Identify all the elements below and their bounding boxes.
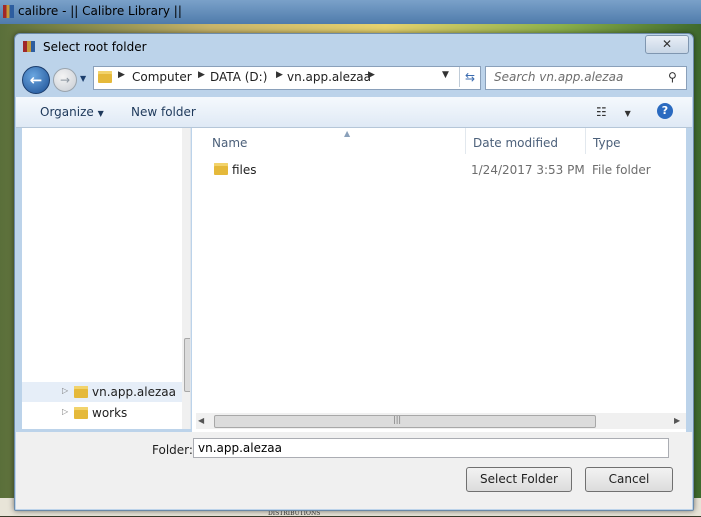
- new-folder-button[interactable]: New folder: [131, 105, 196, 119]
- select-root-folder-dialog: Select root folder ✕ ← → ▼ ▶ Computer ▶ …: [14, 33, 694, 511]
- column-header-type[interactable]: Type: [585, 128, 685, 154]
- back-button[interactable]: ←: [22, 66, 50, 94]
- breadcrumb-current-folder[interactable]: vn.app.alezaa: [287, 70, 371, 84]
- file-list-horizontal-scrollbar[interactable]: ◀ ||| ▶: [196, 413, 686, 429]
- dialog-footer: Folder: Select Folder Cancel: [16, 432, 692, 509]
- file-name: files: [232, 163, 257, 177]
- refresh-button[interactable]: ⇆: [459, 67, 480, 87]
- background-app-titlebar: calibre - || Calibre Library ||: [0, 0, 701, 24]
- close-button[interactable]: ✕: [645, 35, 689, 54]
- organize-button[interactable]: Organize ▼: [40, 105, 104, 119]
- tree-item-label: vn.app.alezaa: [92, 385, 176, 399]
- breadcrumb-chevron-icon[interactable]: ▶: [198, 70, 205, 80]
- scrollbar-grip-icon: |||: [393, 415, 402, 424]
- calibre-logo-icon: [3, 5, 14, 18]
- dialog-title: Select root folder: [43, 40, 147, 54]
- file-list-pane: Name ▲ Date modified Type files 1/24/201…: [192, 128, 686, 435]
- scrollbar-thumb[interactable]: |||: [214, 415, 596, 428]
- navigation-scrollbar[interactable]: [182, 128, 190, 429]
- background-app-title: calibre - || Calibre Library ||: [18, 4, 182, 18]
- calibre-app-icon: [23, 41, 35, 52]
- search-icon[interactable]: ⚲: [668, 70, 677, 84]
- column-header-name[interactable]: Name ▲: [204, 128, 466, 154]
- tree-item-works[interactable]: ▷ works: [22, 403, 182, 423]
- file-date-modified: 1/24/2017 3:53 PM: [471, 163, 585, 177]
- help-button[interactable]: ?: [657, 103, 673, 119]
- column-header-label: Type: [593, 136, 621, 150]
- tree-item-vn-app-alezaa[interactable]: ▷ vn.app.alezaa: [22, 382, 182, 402]
- chevron-down-icon: ▼: [624, 109, 631, 118]
- back-arrow-icon: ←: [29, 71, 43, 89]
- address-dropdown-icon[interactable]: ▼: [442, 70, 449, 80]
- folder-icon: [74, 386, 88, 398]
- folder-icon: [98, 71, 112, 83]
- scroll-right-icon[interactable]: ▶: [674, 416, 680, 425]
- navigation-pane: ▷ vn.app.alezaa ▷ works: [22, 128, 191, 429]
- change-view-button[interactable]: ☷ ▼: [596, 105, 631, 119]
- select-folder-button[interactable]: Select Folder: [466, 467, 572, 492]
- command-toolbar: Organize ▼ New folder ☷ ▼ ?: [16, 97, 692, 128]
- column-header-date[interactable]: Date modified: [465, 128, 586, 154]
- column-header-label: Date modified: [473, 136, 559, 150]
- history-dropdown-icon[interactable]: ▼: [80, 74, 90, 84]
- tree-item-label: works: [92, 406, 128, 420]
- close-icon: ✕: [661, 37, 673, 51]
- folder-field[interactable]: [193, 438, 669, 458]
- column-header-label: Name: [212, 136, 248, 150]
- expand-arrow-icon[interactable]: ▷: [62, 386, 68, 395]
- cancel-button[interactable]: Cancel: [585, 467, 673, 492]
- search-box[interactable]: Search vn.app.alezaa ⚲: [485, 66, 687, 90]
- address-bar[interactable]: ▶ Computer ▶ DATA (D:) ▶ vn.app.alezaa ▶…: [93, 66, 481, 90]
- file-row-files[interactable]: files 1/24/2017 3:53 PM File folder: [192, 159, 686, 181]
- dialog-title-bar[interactable]: Select root folder ✕: [15, 34, 693, 60]
- chevron-down-icon: ▼: [97, 109, 104, 118]
- folder-icon: [214, 163, 228, 175]
- breadcrumb-computer[interactable]: Computer: [132, 70, 192, 84]
- file-type: File folder: [592, 163, 651, 177]
- sort-ascending-icon: ▲: [344, 129, 351, 138]
- expand-arrow-icon[interactable]: ▷: [62, 407, 68, 416]
- breadcrumb-chevron-icon[interactable]: ▶: [276, 70, 283, 80]
- folder-icon: [74, 407, 88, 419]
- search-input[interactable]: Search vn.app.alezaa: [494, 70, 623, 84]
- breadcrumb-data-drive[interactable]: DATA (D:): [210, 70, 267, 84]
- scroll-left-icon[interactable]: ◀: [198, 416, 204, 425]
- help-icon: ?: [661, 104, 669, 117]
- breadcrumb-chevron-icon[interactable]: ▶: [368, 70, 375, 80]
- organize-label: Organize: [40, 105, 94, 119]
- scrollbar-thumb[interactable]: [184, 338, 190, 392]
- breadcrumb-chevron-icon[interactable]: ▶: [118, 70, 125, 80]
- folder-field-label: Folder:: [152, 443, 193, 457]
- navigation-row: ← → ▼ ▶ Computer ▶ DATA (D:) ▶ vn.app.al…: [15, 61, 693, 95]
- forward-button[interactable]: →: [53, 68, 77, 92]
- forward-arrow-icon: →: [59, 73, 71, 87]
- refresh-icon: ⇆: [464, 70, 476, 84]
- view-list-icon: ☷: [596, 105, 607, 119]
